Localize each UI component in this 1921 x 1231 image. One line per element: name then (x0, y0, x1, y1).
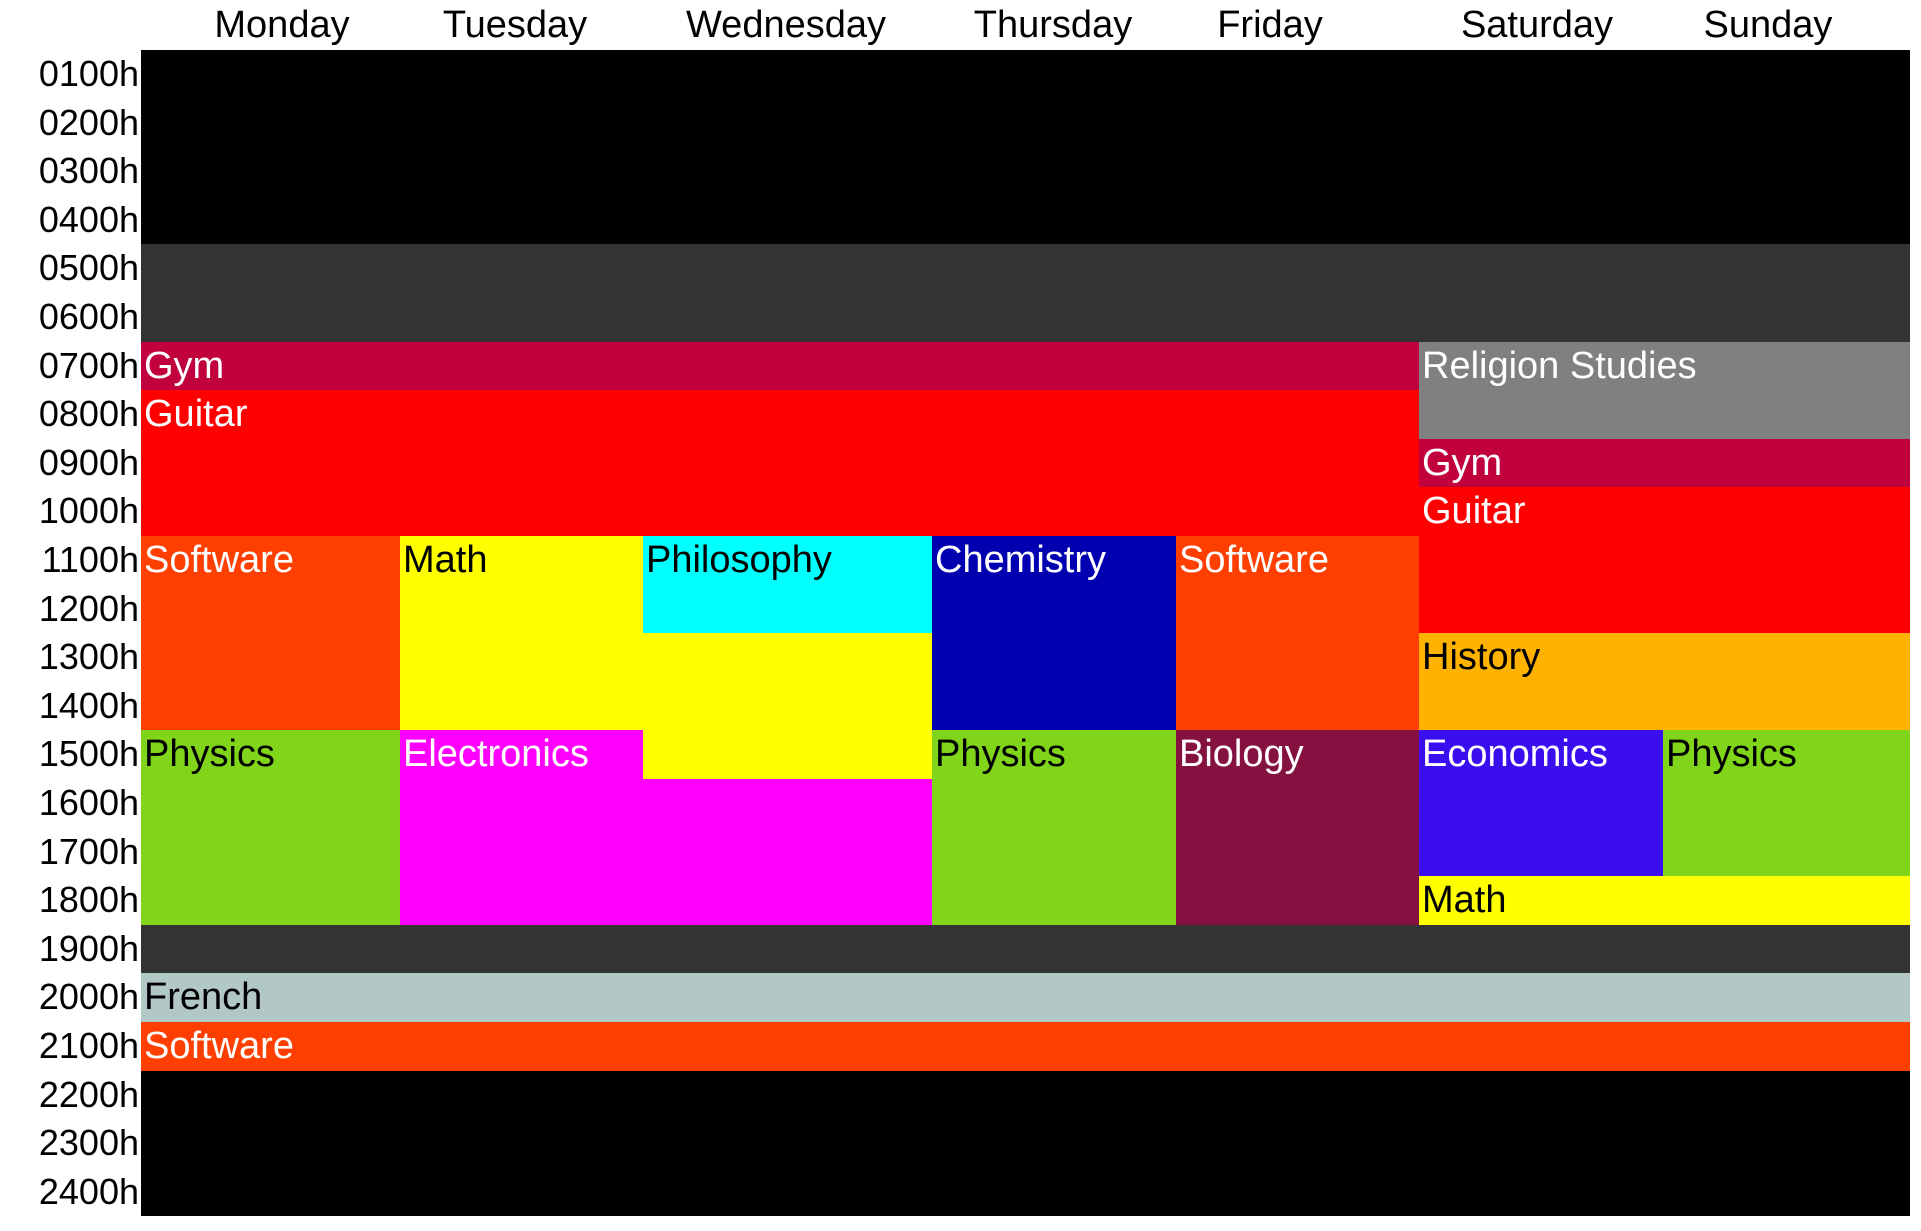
hour-label-1100h: 1100h (41, 539, 139, 580)
block-label: Guitar (1422, 490, 1526, 533)
hour-label-0600h: 0600h (38, 296, 139, 337)
hour-label-2200h: 2200h (38, 1073, 139, 1115)
hour-label-1500h: 1500h (38, 733, 139, 775)
block-label: Chemistry (935, 539, 1107, 581)
hour-label-0700h: 0700h (38, 344, 139, 386)
day-header-sunday: Sunday (1703, 4, 1833, 46)
block-label: Software (1179, 539, 1329, 581)
french-block[interactable]: French (141, 973, 1910, 1022)
wednesday-philosophy-block[interactable]: Philosophy (643, 536, 932, 634)
hour-label-2100h: 2100h (38, 1025, 139, 1066)
day-header-monday: Monday (214, 4, 350, 46)
block-label: Economics (1422, 733, 1608, 776)
hour-label-2000h: 2000h (38, 976, 139, 1018)
block-label: Physics (935, 733, 1066, 776)
hour-label-1600h: 1600h (38, 782, 139, 823)
hour-label-0800h: 0800h (38, 393, 139, 435)
hour-label-0200h: 0200h (38, 101, 139, 143)
hour-label-2400h: 2400h (38, 1170, 139, 1212)
friday-software-block[interactable]: Software (1176, 536, 1419, 731)
hour-label-2300h: 2300h (38, 1122, 139, 1164)
block-label: Physics (144, 733, 275, 776)
weekday-gym-block[interactable]: Gym (141, 341, 1419, 391)
hour-label-0300h: 0300h (38, 150, 139, 192)
block-label: History (1422, 636, 1541, 679)
block-label: Guitar (144, 393, 248, 436)
block-label: Gym (144, 344, 225, 387)
day-header-saturday: Saturday (1460, 4, 1614, 46)
evening-gap-block[interactable] (141, 924, 1910, 974)
block-label: Physics (1666, 733, 1797, 776)
hour-label-1700h: 1700h (38, 830, 139, 872)
block-label: French (144, 976, 263, 1019)
block-label: Software (144, 1025, 294, 1067)
day-header-tuesday: Tuesday (442, 4, 588, 46)
block-label: Math (1422, 879, 1507, 922)
hour-label-1400h: 1400h (38, 684, 139, 726)
weekend-math-block[interactable]: Math (1419, 876, 1910, 925)
day-header-friday: Friday (1217, 4, 1323, 46)
weekend-religion-block[interactable]: Religion Studies (1419, 341, 1910, 439)
thursday-physics-block[interactable]: Physics (932, 730, 1176, 925)
evening-software-block[interactable]: Software (141, 1022, 1910, 1071)
hour-label-1300h: 1300h (38, 636, 139, 678)
weekly-timetable: Monday Tuesday Wednesday Thursday Friday Satu… (0, 0, 1921, 1231)
sunday-physics-block[interactable]: Physics (1663, 730, 1910, 877)
monday-physics-block[interactable]: Physics (141, 730, 400, 925)
block-label: Biology (1179, 733, 1304, 776)
hour-label-0400h: 0400h (38, 198, 139, 240)
block-label: Philosophy (646, 539, 832, 581)
wednesday-math-tail[interactable] (643, 730, 932, 779)
weekday-guitar-block[interactable]: Guitar (141, 390, 1419, 536)
dawn-block[interactable] (141, 244, 1910, 342)
day-header-wednesday: Wednesday (686, 4, 886, 46)
hour-label-1900h: 1900h (38, 927, 139, 969)
hour-label-0900h: 0900h (38, 441, 139, 483)
weekend-guitar-block[interactable]: Guitar (1419, 487, 1910, 634)
hour-label-0100h: 0100h (38, 53, 139, 94)
block-label: Religion Studies (1422, 344, 1697, 387)
weekend-gym-block[interactable]: Gym (1419, 438, 1910, 488)
saturday-economics-block[interactable]: Economics (1419, 730, 1663, 877)
monday-software-block[interactable]: Software (141, 536, 400, 731)
block-label: Gym (1422, 441, 1503, 484)
hour-label-1200h: 1200h (38, 587, 139, 629)
hour-label-0500h: 0500h (38, 247, 139, 289)
block-label: Software (144, 539, 294, 581)
night-block-late[interactable] (141, 1070, 1910, 1217)
thursday-chemistry-block[interactable]: Chemistry (932, 536, 1176, 731)
weekend-history-block[interactable]: History (1419, 633, 1910, 731)
friday-biology-block[interactable]: Biology (1176, 730, 1419, 925)
hour-label-1000h: 1000h (38, 490, 139, 532)
night-block-early[interactable] (141, 50, 1910, 245)
hour-label-1800h: 1800h (38, 879, 139, 921)
